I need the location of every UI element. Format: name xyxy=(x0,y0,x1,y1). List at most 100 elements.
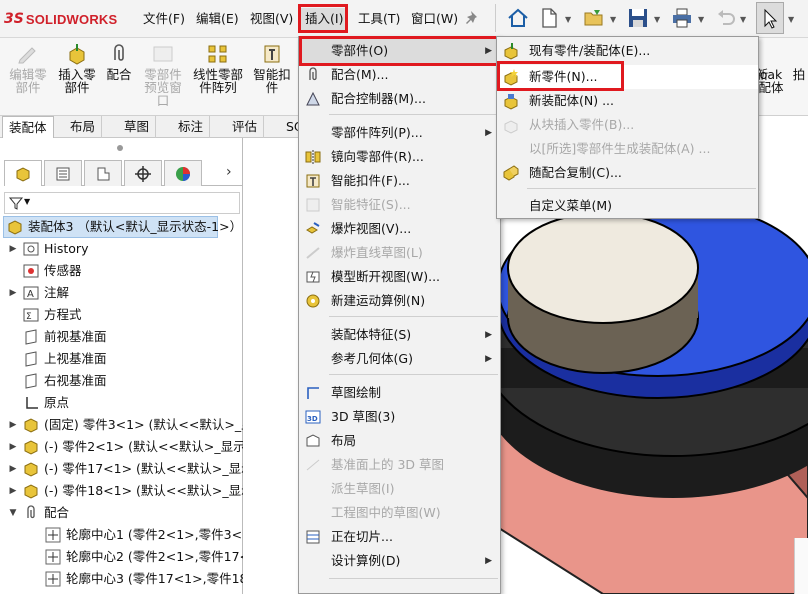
command-tabs: 装配体 布局 草图 标注 评估 SO xyxy=(0,116,311,138)
pin-icon[interactable] xyxy=(463,8,483,28)
equation-icon: Σ xyxy=(23,308,39,322)
component-preview-button[interactable]: 零部件 预览窗 口 xyxy=(138,42,188,107)
tab-config-manager[interactable] xyxy=(84,160,122,186)
chevron-down-icon[interactable]: ▼ xyxy=(565,15,571,24)
tab-property-manager[interactable] xyxy=(44,160,82,186)
menu-item-new-assembly[interactable]: 新装配体(N) ... xyxy=(497,89,758,113)
tab-assembly[interactable]: 装配体 xyxy=(2,116,54,138)
tree-item-part18[interactable]: ▶ (-) 零件18<1> (默认<<默认>_显示 xyxy=(8,480,254,502)
tree-item-front-plane[interactable]: 前视基准面 xyxy=(8,326,107,348)
menu-item-sketch[interactable]: 草图绘制 xyxy=(299,381,500,405)
right-command-snapshot[interactable]: 拍 xyxy=(790,42,808,81)
tree-item-part2[interactable]: ▶ (-) 零件2<1> (默认<<默认>_显示状 xyxy=(8,436,258,458)
chevron-down-icon[interactable]: ▼ xyxy=(740,15,746,24)
edit-component-button[interactable]: 编辑零 部件 xyxy=(4,42,52,94)
menu-item-reference-geometry[interactable]: 参考几何体(G) ▶ xyxy=(299,347,500,371)
tree-item-part17[interactable]: ▶ (-) 零件17<1> (默认<<默认>_显示 xyxy=(8,458,254,480)
chevron-down-icon[interactable]: ▼ xyxy=(698,15,704,24)
tree-item-mate-2[interactable]: 轮廓中心2 (零件2<1>,零件17< xyxy=(30,546,250,568)
plane-icon xyxy=(25,329,37,345)
menu-item-derived-sketch[interactable]: 派生草图(I) xyxy=(299,477,500,501)
tab-sketch[interactable]: 草图 xyxy=(118,116,157,138)
menu-item-mate[interactable]: 配合(M)... xyxy=(299,63,500,87)
menu-item-mate-controller[interactable]: 配合控制器(M)... xyxy=(299,87,500,111)
chevron-down-icon[interactable]: ▼ xyxy=(788,15,794,24)
menu-item-insert-from-block[interactable]: 从块插入零件(B)... xyxy=(497,113,758,137)
right-command-oak[interactable]: oak 配体 xyxy=(758,68,784,94)
ds-logo-mark: 3S xyxy=(4,11,24,27)
undo-icon[interactable] xyxy=(714,6,738,30)
mate-paperclip-icon xyxy=(114,44,124,61)
smart-fasteners-button[interactable]: 智能扣 件 xyxy=(250,42,294,94)
menu-item-slicing[interactable]: 正在切片... xyxy=(299,525,500,549)
tree-item-right-plane[interactable]: 右视基准面 xyxy=(8,370,107,392)
task-pane-edge[interactable] xyxy=(794,538,808,594)
svg-text:Σ: Σ xyxy=(26,312,32,322)
new-document-icon[interactable] xyxy=(537,6,561,30)
tree-item-history[interactable]: ▶ History xyxy=(8,238,89,260)
menu-item-design-study[interactable]: 设计算例(D) ▶ xyxy=(299,549,500,573)
menu-item-model-break-view[interactable]: 模型断开视图(W)... xyxy=(299,265,500,289)
menu-item-3d-sketch[interactable]: 3D 3D 草图(3) xyxy=(299,405,500,429)
print-icon[interactable] xyxy=(670,6,694,30)
tree-item-equations[interactable]: Σ 方程式 xyxy=(8,304,82,326)
linear-pattern-button[interactable]: 线性零部 件阵列 xyxy=(190,42,246,94)
menu-window[interactable]: 窗口(W) xyxy=(407,8,462,30)
tree-item-sensors[interactable]: 传感器 xyxy=(8,260,82,282)
tree-item-mate-3[interactable]: 轮廓中心3 (零件17<1>,零件18 xyxy=(30,568,248,590)
chevron-down-icon[interactable]: ▼ xyxy=(654,15,660,24)
tree-item-origin[interactable]: 原点 xyxy=(8,392,69,414)
mate-paperclip-icon xyxy=(27,505,35,519)
select-tool-button[interactable] xyxy=(756,2,784,34)
menu-item-customize-menu[interactable]: 自定义菜单(M) xyxy=(497,194,758,218)
menu-item-smart-fasteners[interactable]: 智能扣件(F)... xyxy=(299,169,500,193)
tab-feature-tree[interactable] xyxy=(4,160,42,186)
feature-manager-panel: › ▼ 装配体3 （默认<默认_显示状态-1>） ▶ History 传感器 ▶ A… xyxy=(0,138,258,594)
panel-splitter-handle[interactable] xyxy=(117,145,123,151)
tab-display-manager[interactable] xyxy=(164,160,202,186)
menu-item-new-motion-study[interactable]: 新建运动算例(N) xyxy=(299,289,500,313)
menu-item-3d-sketch-on-plane[interactable]: 基准面上的 3D 草图 xyxy=(299,453,500,477)
view-heads-up-toolbar[interactable] xyxy=(751,138,808,146)
tree-item-annotations[interactable]: ▶ A 注解 xyxy=(8,282,69,304)
tab-dimxpert[interactable] xyxy=(124,160,162,186)
part-icon xyxy=(24,484,38,499)
menu-file[interactable]: 文件(F) xyxy=(139,8,189,30)
insert-component-button[interactable]: 插入零 部件 xyxy=(54,42,100,94)
tab-markup[interactable]: 标注 xyxy=(172,116,211,138)
menu-item-explode-line-sketch[interactable]: 爆炸直线草图(L) xyxy=(299,241,500,265)
menu-item-layout[interactable]: 布局 xyxy=(299,429,500,453)
menu-item-assembly-feature[interactable]: 装配体特征(S) ▶ xyxy=(299,323,500,347)
solidworks-logo[interactable]: 3S SOLIDWORKS xyxy=(4,9,117,29)
menu-edit[interactable]: 编辑(E) xyxy=(192,8,243,30)
menu-item-component-pattern[interactable]: 零部件阵列(P)... ▶ xyxy=(299,121,500,145)
tree-root-assembly[interactable]: 装配体3 （默认<默认_显示状态-1>） xyxy=(3,216,242,238)
tree-filter[interactable]: ▼ xyxy=(4,192,240,214)
chevron-right-icon[interactable]: › xyxy=(226,164,232,180)
menu-item-assembly-from-components[interactable]: 以[所选]零部件生成装配体(A) ... xyxy=(497,137,758,161)
tree-item-mate-1[interactable]: 轮廓中心1 (零件2<1>,零件3<1 xyxy=(30,524,250,546)
menu-tools[interactable]: 工具(T) xyxy=(354,8,404,30)
tab-evaluate[interactable]: 评估 xyxy=(226,116,265,138)
tree-item-top-plane[interactable]: 上视基准面 xyxy=(8,348,107,370)
menu-item-sketch-from-drawing[interactable]: 工程图中的草图(W) xyxy=(299,501,500,525)
mate-button[interactable]: 配合 xyxy=(102,42,136,81)
menu-item-mirror-components[interactable]: 镜向零部件(R)... xyxy=(299,145,500,169)
home-icon[interactable] xyxy=(506,6,530,30)
profile-center-icon xyxy=(45,527,61,543)
chevron-down-icon[interactable]: ▼ xyxy=(610,15,616,24)
smart-fastener-icon xyxy=(264,45,280,63)
tree-item-part3[interactable]: ▶ (固定) 零件3<1> (默认<<默认>_显 xyxy=(8,414,254,436)
menu-item-exploded-view[interactable]: 爆炸视图(V)... xyxy=(299,217,500,241)
save-icon[interactable] xyxy=(626,6,650,30)
mate-paperclip-icon xyxy=(309,67,317,81)
menu-item-copy-with-mates[interactable]: 随配合复制(C)... xyxy=(497,161,758,185)
open-folder-icon[interactable] xyxy=(582,6,606,30)
submenu-arrow-icon: ▶ xyxy=(485,128,492,138)
tree-item-mates[interactable]: ▼ 配合 xyxy=(8,502,69,524)
menu-item-existing-part[interactable]: 现有零件/装配体(E)... xyxy=(497,39,758,63)
menu-view[interactable]: 视图(V) xyxy=(246,8,297,30)
menu-item-smart-feature[interactable]: 智能特征(S)... xyxy=(299,193,500,217)
mate-controller-icon xyxy=(306,91,320,106)
tab-layout[interactable]: 布局 xyxy=(64,116,103,138)
